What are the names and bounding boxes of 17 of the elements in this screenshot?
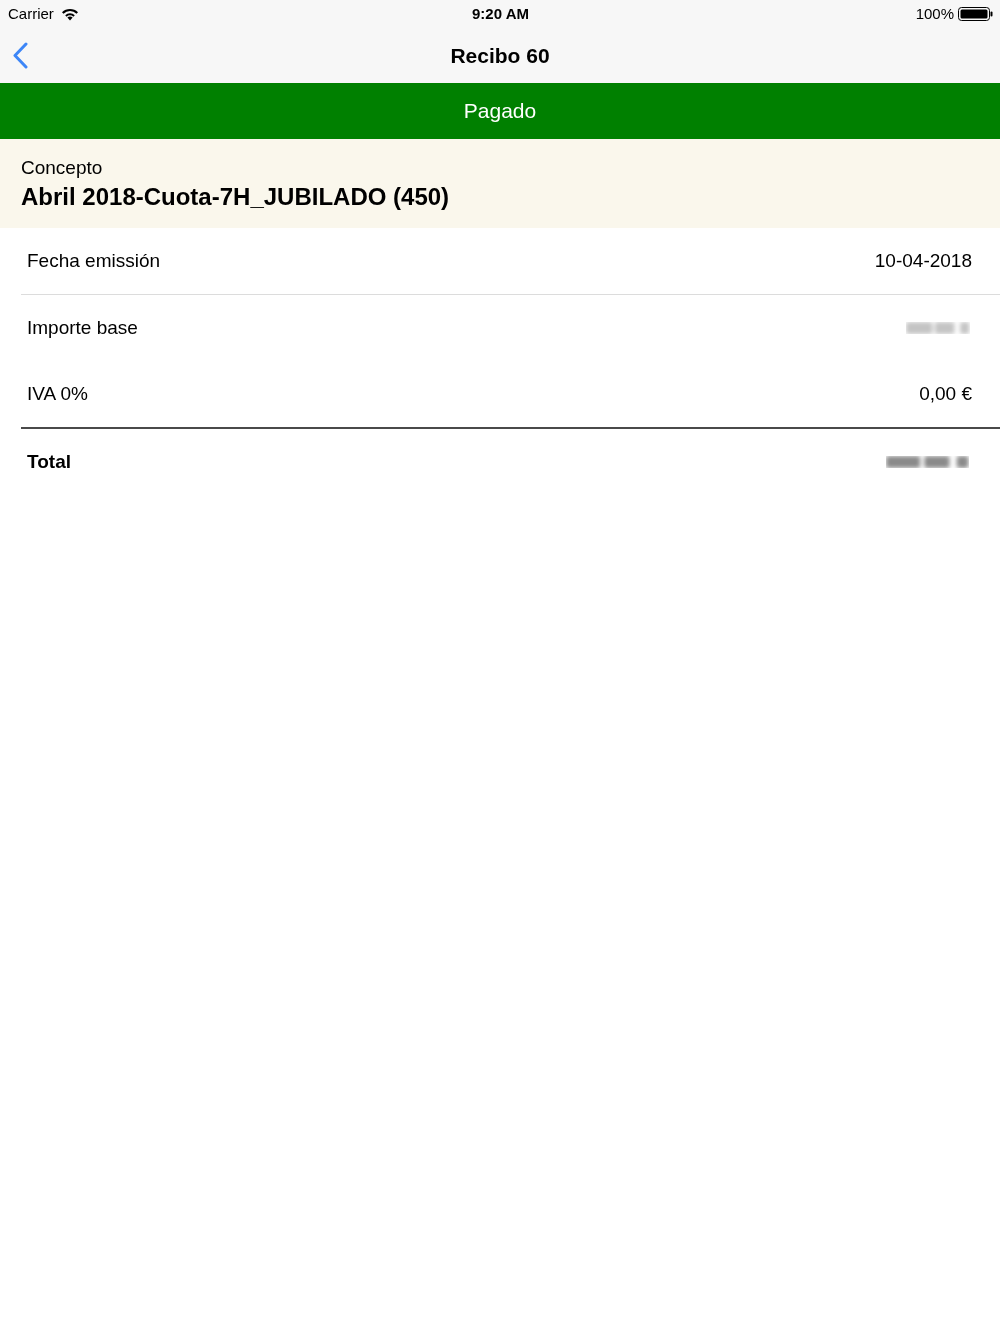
row-label: IVA 0% <box>27 383 88 405</box>
status-time: 9:20 AM <box>472 5 529 23</box>
back-button[interactable] <box>11 41 29 70</box>
total-label: Total <box>27 451 71 473</box>
row-label: Fecha emissión <box>27 250 161 272</box>
concept-value: Abril 2018-Cuota-7H_JUBILADO (450) <box>21 183 450 211</box>
status-banner-label: Pagado <box>463 99 537 123</box>
nav-title: Recibo 60 <box>450 43 550 68</box>
concept-label: Concepto <box>21 157 103 179</box>
row-value: 10-04-2018 <box>874 250 972 272</box>
back-chevron-icon <box>12 42 28 69</box>
wifi-icon <box>60 7 79 21</box>
battery-icon <box>958 7 993 21</box>
battery-percentage: 100% <box>915 5 954 23</box>
carrier-label: Carrier <box>8 5 54 23</box>
row-value: 0,00 € <box>919 383 972 405</box>
row-label: Importe base <box>27 317 138 339</box>
